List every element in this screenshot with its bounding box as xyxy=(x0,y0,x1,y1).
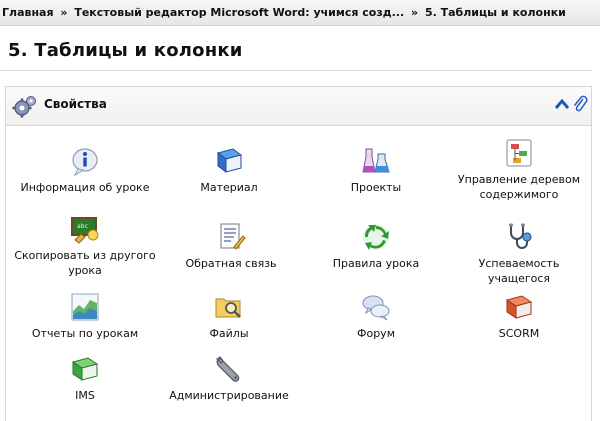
breadcrumb: Главная » Текстовый редактор Microsoft W… xyxy=(0,0,600,26)
menu-item-label: Управление деревом содержимого xyxy=(457,173,581,201)
menu-item-feedback[interactable]: Обратная связь xyxy=(166,221,296,271)
menu-item-lesson-reports[interactable]: Отчеты по урокам xyxy=(12,291,158,341)
menu-item-student-progress[interactable]: Успеваемость учащегося xyxy=(448,221,590,286)
menu-item-forum[interactable]: Форум xyxy=(306,291,446,341)
feedback-form-icon xyxy=(220,223,246,250)
title-divider xyxy=(0,70,592,71)
breadcrumb-home[interactable]: Главная xyxy=(2,6,54,19)
copy-lesson-icon: abc xyxy=(71,217,99,244)
menu-item-ims[interactable]: IMS xyxy=(12,353,158,403)
folder-search-icon xyxy=(215,298,241,318)
menu-item-scorm[interactable]: SCORM xyxy=(454,291,584,341)
page-title: 5. Таблицы и колонки xyxy=(8,40,243,61)
panel-title: Свойства xyxy=(44,97,107,111)
menu-item-label: Файлы xyxy=(209,327,249,340)
menu-item-label: Скопировать из другого урока xyxy=(14,249,156,277)
forum-bubbles-icon xyxy=(362,295,390,321)
properties-panel: Свойства Информация об уроке Материал Пр… xyxy=(5,86,592,421)
ims-book-icon xyxy=(71,357,99,381)
gears-icon xyxy=(12,96,36,118)
collapse-up-icon[interactable] xyxy=(554,96,570,112)
content-tree-icon xyxy=(506,139,532,167)
menu-item-label: Успеваемость учащегося xyxy=(478,257,560,285)
menu-item-lesson-rules[interactable]: Правила урока xyxy=(306,221,446,271)
menu-item-files[interactable]: Файлы xyxy=(164,291,294,341)
menu-item-lesson-info[interactable]: Информация об уроке xyxy=(12,145,158,195)
menu-item-label: Проекты xyxy=(350,181,402,194)
menu-item-label: Администрирование xyxy=(169,389,289,402)
flasks-icon xyxy=(362,148,390,173)
menu-item-label: Материал xyxy=(200,181,258,194)
menu-item-label: Отчеты по урокам xyxy=(31,327,139,340)
breadcrumb-current: 5. Таблицы и колонки xyxy=(424,6,566,19)
menu-item-label: Форум xyxy=(357,327,395,340)
report-chart-icon xyxy=(71,293,99,321)
menu-item-administration[interactable]: Администрирование xyxy=(164,353,294,403)
book-icon xyxy=(216,148,243,173)
breadcrumb-separator: » xyxy=(411,6,419,19)
info-icon xyxy=(72,148,98,177)
menu-item-label: Информация об уроке xyxy=(20,181,150,194)
breadcrumb-course[interactable]: Текстовый редактор Microsoft Word: учимс… xyxy=(74,6,404,19)
menu-item-copy-lesson[interactable]: abc Скопировать из другого урока xyxy=(10,213,160,278)
panel-header: Свойства xyxy=(6,87,591,126)
recycle-rules-icon xyxy=(363,224,389,250)
menu-item-label: Обратная связь xyxy=(185,257,277,270)
paperclip-icon[interactable] xyxy=(572,95,588,113)
menu-item-projects[interactable]: Проекты xyxy=(306,145,446,195)
svg-text:abc: abc xyxy=(77,223,88,230)
menu-item-label: SCORM xyxy=(498,327,540,340)
scorm-book-icon xyxy=(505,295,533,319)
stethoscope-icon xyxy=(509,223,532,249)
menu-item-material[interactable]: Материал xyxy=(164,145,294,195)
wrench-icon xyxy=(215,356,240,382)
menu-item-content-tree[interactable]: Управление деревом содержимого xyxy=(454,137,584,202)
breadcrumb-separator: » xyxy=(60,6,68,19)
menu-item-label: Правила урока xyxy=(332,257,420,270)
menu-item-label: IMS xyxy=(75,389,95,402)
